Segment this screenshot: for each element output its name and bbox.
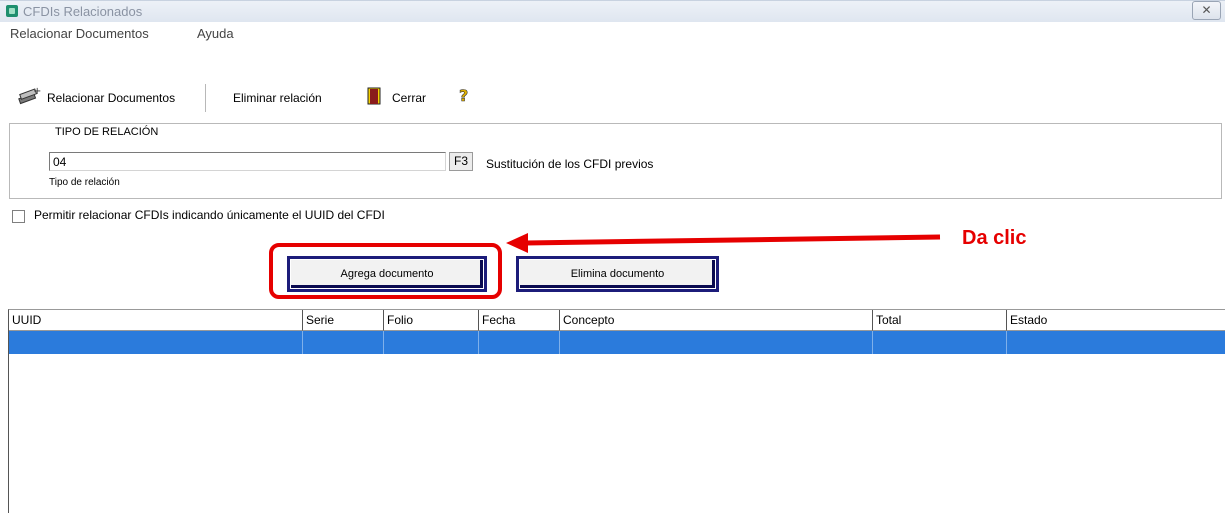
column-header-fecha[interactable]: Fecha xyxy=(479,310,560,331)
svg-text:?: ? xyxy=(459,86,468,105)
table-cell-concepto[interactable] xyxy=(560,331,873,354)
svg-text:+: + xyxy=(33,86,41,97)
close-button[interactable]: ✕ xyxy=(1192,1,1221,20)
column-header-folio[interactable]: Folio xyxy=(384,310,479,331)
column-header-concepto[interactable]: Concepto xyxy=(560,310,873,331)
title-bar xyxy=(0,0,1225,22)
callout-text: Da clic xyxy=(962,227,1027,249)
f3-lookup-button[interactable]: F3 xyxy=(449,152,473,171)
table-cell-serie[interactable] xyxy=(303,331,384,354)
toolbar-separator xyxy=(205,84,206,112)
cerrar-button[interactable]: Cerrar xyxy=(392,91,426,105)
highlight-box xyxy=(269,243,502,299)
documents-stack-icon[interactable]: + xyxy=(17,86,41,108)
table-cell-total[interactable] xyxy=(873,331,1007,354)
column-header-serie[interactable]: Serie xyxy=(303,310,384,331)
table-cell-fecha[interactable] xyxy=(479,331,560,354)
tipo-relacion-input[interactable] xyxy=(49,152,446,171)
table-cell-folio[interactable] xyxy=(384,331,479,354)
uuid-only-label[interactable]: Permitir relacionar CFDIs indicando únic… xyxy=(34,208,385,222)
arrow-icon xyxy=(506,233,941,253)
eliminar-relacion-button[interactable]: Eliminar relación xyxy=(233,91,322,105)
elimina-documento-button[interactable]: Elimina documento xyxy=(516,256,719,292)
door-exit-icon[interactable] xyxy=(366,86,384,106)
column-header-total[interactable]: Total xyxy=(873,310,1007,331)
relacionar-documentos-button[interactable]: Relacionar Documentos xyxy=(47,91,175,105)
menu-bar xyxy=(0,22,1225,44)
group-title: TIPO DE RELACIÓN xyxy=(52,126,162,138)
menu-ayuda[interactable]: Ayuda xyxy=(197,26,234,41)
table-cell-estado[interactable] xyxy=(1007,331,1225,354)
uuid-only-checkbox[interactable] xyxy=(12,210,25,223)
table-cell-uuid[interactable] xyxy=(9,331,303,354)
column-header-uuid[interactable]: UUID xyxy=(9,310,303,331)
menu-relacionar-documentos[interactable]: Relacionar Documentos xyxy=(10,26,149,41)
window-title: CFDIs Relacionados xyxy=(23,4,143,19)
tipo-relacion-label: Tipo de relación xyxy=(49,177,120,188)
tipo-relacion-description: Sustitución de los CFDI previos xyxy=(486,157,654,171)
help-icon[interactable]: ? xyxy=(457,85,473,107)
app-icon xyxy=(6,5,18,17)
column-header-estado[interactable]: Estado xyxy=(1007,310,1225,331)
